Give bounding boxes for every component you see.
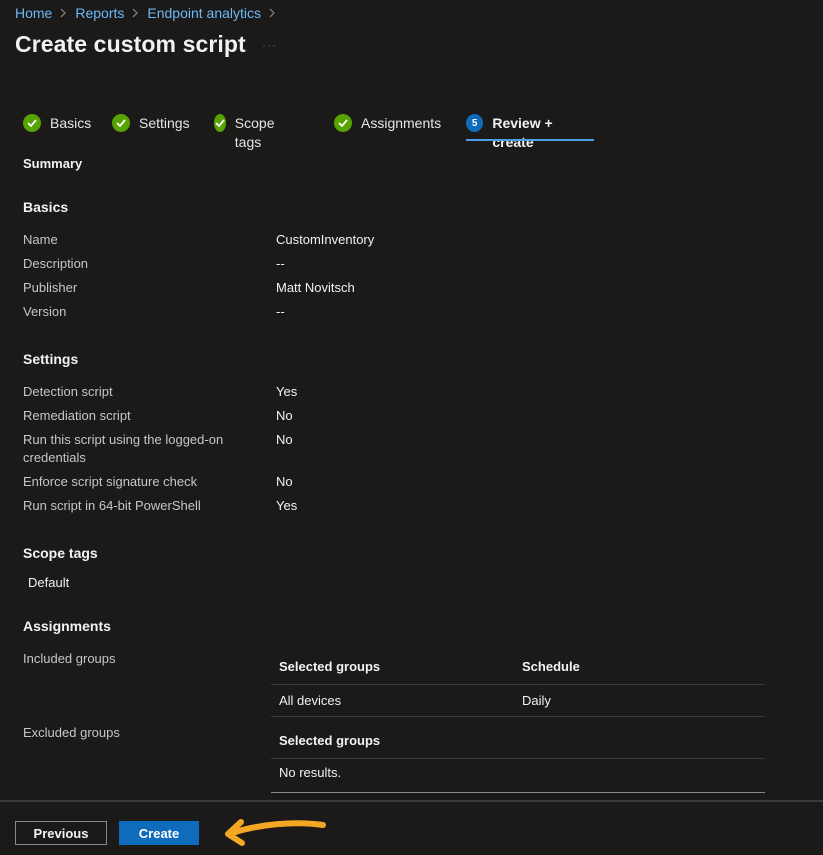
table-divider: [271, 684, 765, 685]
logged-on-credentials-label: Run this script using the logged-on cred…: [23, 432, 224, 465]
column-header-selected-groups: Selected groups: [279, 733, 381, 748]
summary-heading: Summary: [23, 156, 83, 171]
settings-heading: Settings: [23, 351, 79, 367]
assignments-heading: Assignments: [23, 618, 111, 634]
scope-tags-heading: Scope tags: [23, 545, 98, 561]
description-value: --: [276, 256, 285, 271]
tab-label: Assignments: [361, 115, 442, 131]
checkmark-icon: [112, 114, 130, 132]
name-label: Name: [23, 232, 58, 247]
publisher-value: Matt Novitsch: [276, 280, 355, 295]
included-groups-label: Included groups: [23, 651, 116, 666]
table-divider: [271, 792, 765, 793]
remediation-script-value: No: [276, 408, 293, 423]
breadcrumb: Home Reports Endpoint analytics: [15, 5, 284, 21]
tab-scope-tags[interactable]: Scope tags: [214, 114, 281, 150]
column-header-selected-groups: Selected groups: [279, 659, 381, 674]
signature-check-label: Enforce script signature check: [23, 474, 198, 489]
table-cell-group: All devices: [279, 693, 342, 708]
table-cell-schedule: Daily: [522, 693, 551, 708]
description-label: Description: [23, 256, 89, 271]
annotation-arrow-icon: [225, 819, 326, 846]
column-header-schedule: Schedule: [522, 659, 580, 674]
tab-label: Review + create: [492, 115, 553, 150]
tab-label: Scope tags: [234, 115, 275, 150]
version-value: --: [276, 304, 285, 319]
breadcrumb-home[interactable]: Home: [15, 5, 52, 21]
basics-heading: Basics: [23, 199, 69, 215]
64bit-powershell-label: Run script in 64-bit PowerShell: [23, 498, 201, 513]
checkmark-icon: [23, 114, 41, 132]
previous-button[interactable]: Previous: [15, 821, 107, 845]
footer-divider: [0, 800, 823, 802]
tab-review-create[interactable]: 5 Review + create: [466, 114, 594, 150]
tab-settings[interactable]: Settings: [112, 114, 190, 142]
tab-assignments[interactable]: Assignments: [334, 114, 441, 142]
page-title: Create custom script: [15, 31, 246, 57]
logged-on-credentials-value: No: [276, 432, 293, 447]
create-button[interactable]: Create: [119, 821, 199, 845]
tab-label: Basics: [50, 115, 92, 131]
chevron-right-icon: [132, 8, 139, 18]
breadcrumb-reports[interactable]: Reports: [75, 5, 124, 21]
detection-script-value: Yes: [276, 384, 298, 399]
remediation-script-label: Remediation script: [23, 408, 131, 423]
active-tab-underline: [466, 139, 594, 141]
checkmark-icon: [214, 114, 226, 132]
64bit-powershell-value: Yes: [276, 498, 298, 513]
table-divider: [271, 716, 765, 717]
empty-results-text: No results.: [279, 765, 342, 780]
chevron-right-icon: [269, 8, 276, 18]
scope-tag-value: Default: [28, 575, 70, 590]
more-options-icon[interactable]: ···: [262, 38, 277, 52]
chevron-right-icon: [60, 8, 67, 18]
step-number-icon: 5: [466, 114, 484, 132]
detection-script-label: Detection script: [23, 384, 113, 399]
table-divider: [271, 758, 765, 759]
name-value: CustomInventory: [276, 232, 375, 247]
signature-check-value: No: [276, 474, 293, 489]
checkmark-icon: [334, 114, 352, 132]
excluded-groups-label: Excluded groups: [23, 725, 120, 740]
breadcrumb-endpoint-analytics[interactable]: Endpoint analytics: [147, 5, 261, 21]
publisher-label: Publisher: [23, 280, 78, 295]
version-label: Version: [23, 304, 67, 319]
tab-basics[interactable]: Basics: [23, 114, 91, 142]
tab-label: Settings: [139, 115, 190, 131]
